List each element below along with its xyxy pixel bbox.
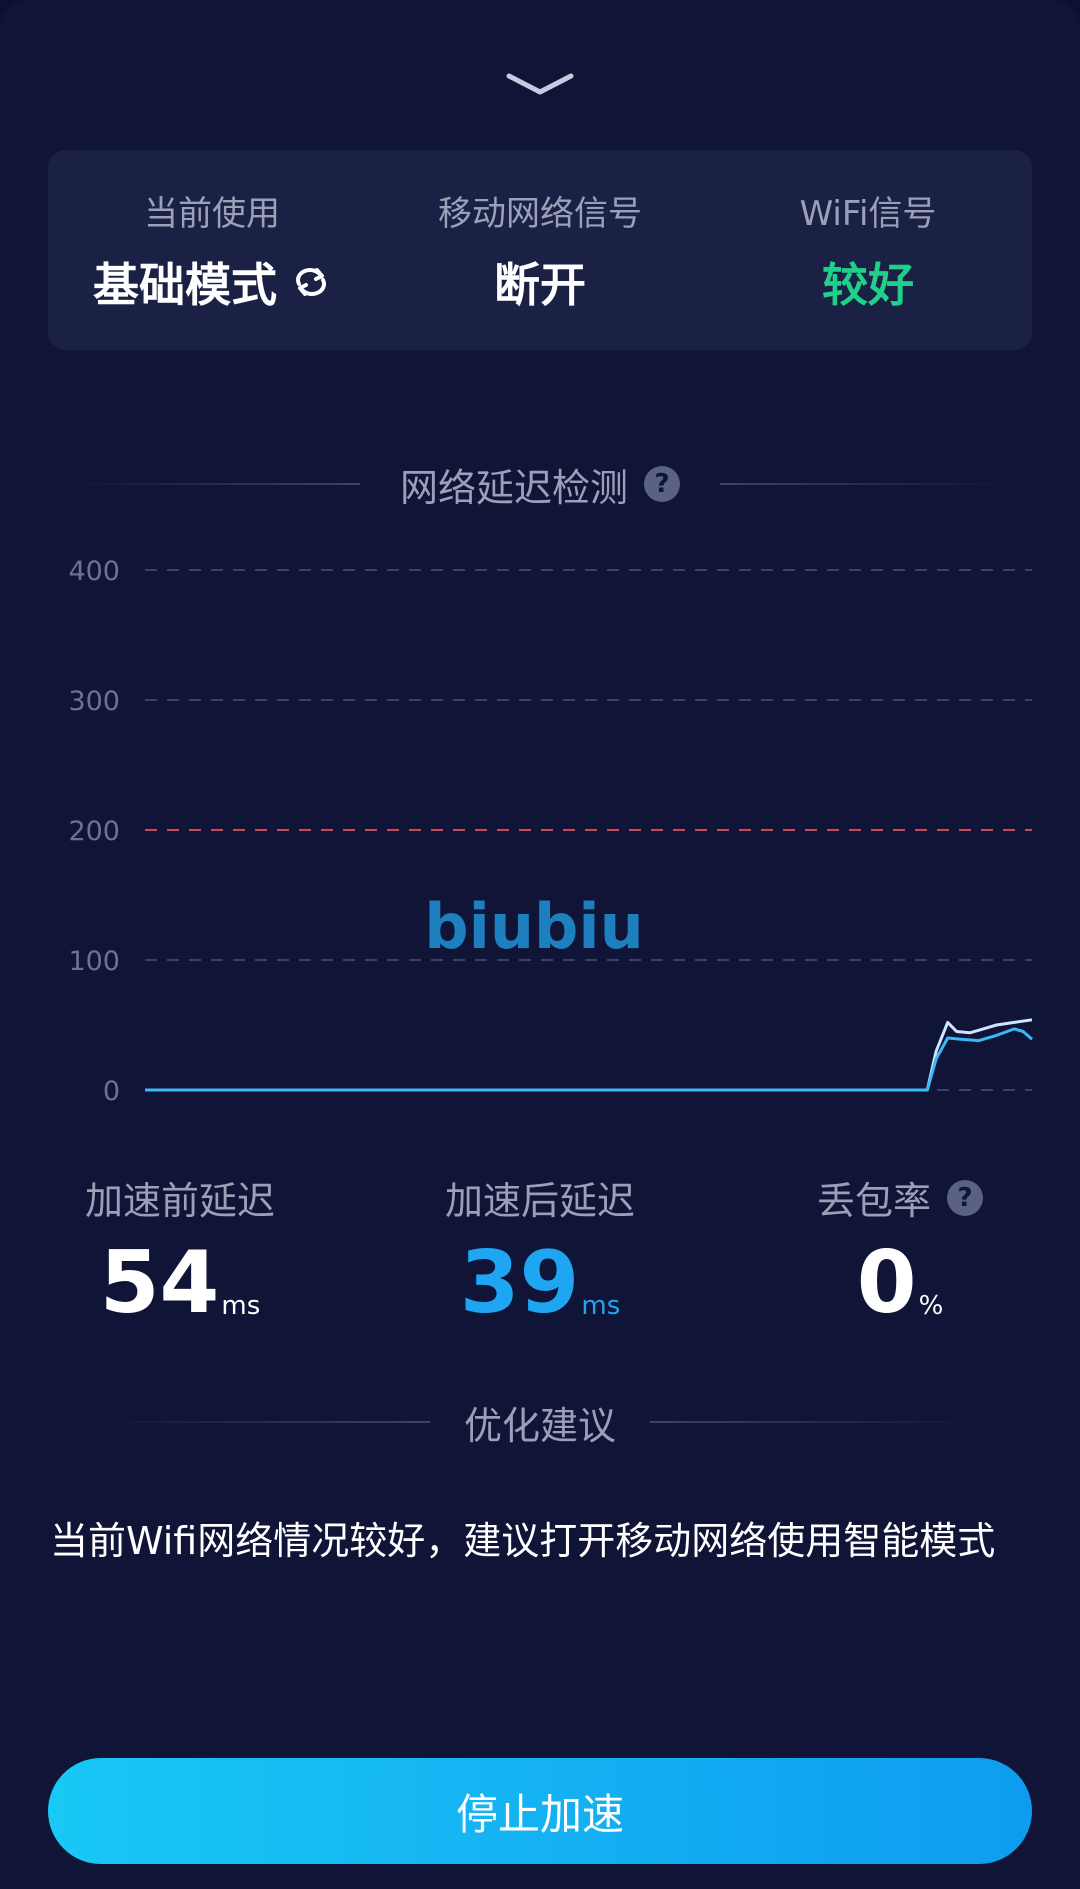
bottom-sheet: 当前使用 基础模式 移动网络信号 断开 WiFi信号 较好 网络延迟检测 ? 4 [0,0,1080,1889]
metric-packet-loss-label: 丢包率 [816,1179,931,1223]
switch-mode-icon[interactable] [291,262,331,302]
latency-section-title: 网络延迟检测 [399,465,628,510]
y-tick-label: 200 [68,816,120,847]
latency-series-line-1 [145,1018,1033,1092]
current-mode-value: 基础模式 [93,257,277,312]
mobile-signal: 移动网络信号 断开 [376,150,704,350]
network-status-card: 当前使用 基础模式 移动网络信号 断开 WiFi信号 较好 [48,150,1032,350]
current-mode[interactable]: 当前使用 基础模式 [48,150,376,350]
suggestion-section-header: 优化建议 [0,1398,1080,1448]
stop-acceleration-button[interactable]: 停止加速 [48,1758,1032,1864]
latency-section-header: 网络延迟检测 ? [0,460,1080,510]
metric-after: 加速后延迟 39 ms [360,1170,720,1330]
metric-before-label: 加速前延迟 [84,1179,275,1223]
metric-after-value-row: 39 ms [459,1233,621,1333]
metric-packet-loss: 丢包率 ? 0 % [720,1170,1080,1330]
metric-packet-loss-unit: % [918,1291,944,1321]
metric-after-unit: ms [581,1291,621,1321]
metric-packet-loss-label-row: 丢包率 ? [817,1170,983,1225]
y-tick-label: 300 [68,686,120,717]
chevron-down-icon[interactable] [505,70,575,100]
latency-chart: 400 300 200 100 0 biubiu [68,556,1033,1107]
suggestion-section-title: 优化建议 [463,1403,616,1448]
current-mode-label: 当前使用 [144,193,280,234]
metric-before: 加速前延迟 54 ms [0,1170,360,1330]
metric-after-label: 加速后延迟 [444,1179,635,1223]
current-mode-value-row: 基础模式 [93,249,331,315]
packet-loss-help-icon[interactable]: ? [947,1179,983,1216]
suggestion-text: 当前Wifi网络情况较好，建议打开移动网络使用智能模式 [50,1519,996,1563]
metric-before-value: 54 [99,1233,220,1333]
mobile-signal-label: 移动网络信号 [438,193,642,234]
y-tick-label: 100 [68,946,120,977]
metric-packet-loss-value: 0 [856,1233,917,1333]
watermark-logo: biubiu [424,890,644,963]
latency-series-line-2 [145,1027,1033,1092]
metric-packet-loss-value-row: 0 % [856,1233,944,1333]
latency-help-icon[interactable]: ? [644,466,680,502]
latency-metrics: 加速前延迟 54 ms 加速后延迟 39 ms 丢包率 ? 0 % [0,1170,1080,1330]
mobile-signal-value: 断开 [494,257,586,312]
wifi-signal-label: WiFi信号 [799,193,937,234]
metric-before-value-row: 54 ms [99,1233,261,1333]
wifi-signal-value: 较好 [822,257,914,312]
metric-after-value: 39 [459,1233,580,1333]
metric-before-unit: ms [221,1291,261,1321]
wifi-signal: WiFi信号 较好 [704,150,1032,350]
y-tick-label: 0 [103,1076,120,1107]
y-tick-label: 400 [68,556,120,587]
